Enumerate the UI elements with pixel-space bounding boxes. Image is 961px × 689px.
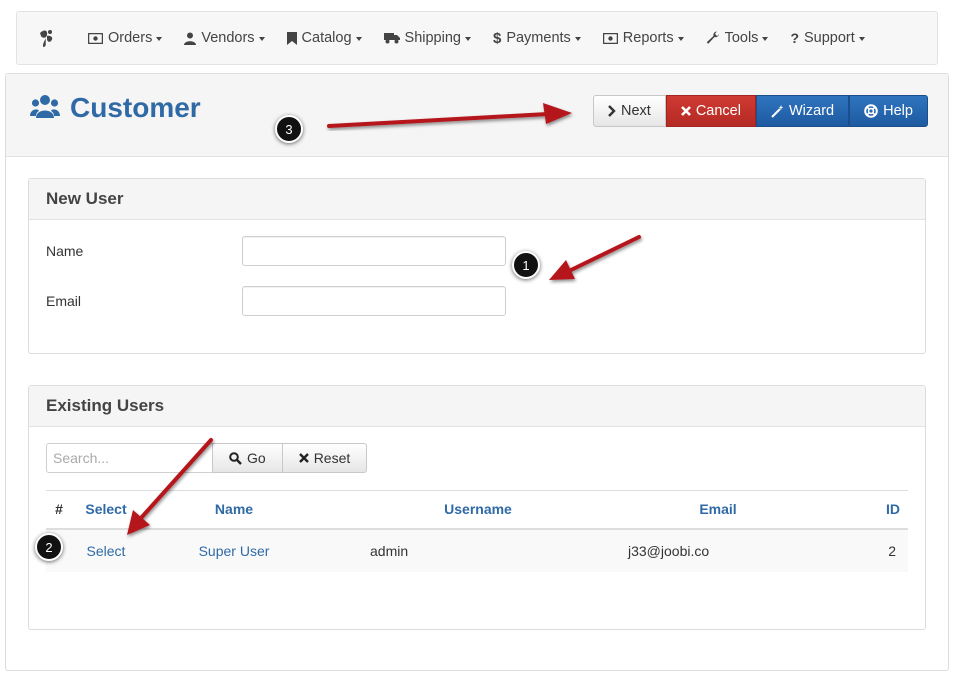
reset-button-label: Reset <box>313 450 351 466</box>
email-row: Email <box>46 286 506 316</box>
top-navbar: Orders Vendors Catalog Shipping $ Paymen… <box>16 11 938 65</box>
money-icon <box>602 32 618 44</box>
col-select[interactable]: Select <box>72 490 140 530</box>
caret-down-icon <box>858 36 865 41</box>
chevron-right-icon <box>608 105 616 117</box>
callout-2: 2 <box>35 533 63 561</box>
life-ring-icon <box>864 104 878 118</box>
select-link[interactable]: Select <box>72 528 140 572</box>
col-num: # <box>46 490 72 530</box>
nav-catalog[interactable]: Catalog <box>276 12 373 64</box>
col-username[interactable]: Username <box>328 490 628 530</box>
caret-down-icon <box>258 36 265 41</box>
existing-users-panel: Existing Users Go Reset # Select <box>28 385 926 630</box>
nav-orders-label: Orders <box>108 30 153 46</box>
nav-support[interactable]: ? Support <box>779 12 875 64</box>
truck-icon <box>383 32 400 44</box>
name-row: Name <box>46 236 506 266</box>
email-field[interactable] <box>242 286 506 316</box>
dollar-icon: $ <box>492 29 502 47</box>
name-field[interactable] <box>242 236 506 266</box>
name-label: Name <box>46 243 84 259</box>
question-icon: ? <box>790 30 799 46</box>
nav-reports-label: Reports <box>622 30 674 46</box>
cell-username: admin <box>328 528 628 572</box>
caret-down-icon <box>355 36 362 41</box>
nav-shipping[interactable]: Shipping <box>373 12 482 64</box>
go-button[interactable]: Go <box>212 443 283 473</box>
nav-vendors[interactable]: Vendors <box>173 12 275 64</box>
col-name[interactable]: Name <box>140 490 328 530</box>
search-group: Go Reset <box>46 443 368 473</box>
nav-tools-label: Tools <box>724 30 759 46</box>
table-row: Select Super User admin j33@joobi.co 2 <box>46 528 908 572</box>
close-icon <box>680 106 691 116</box>
nav-reports[interactable]: Reports <box>592 12 695 64</box>
money-icon <box>88 32 103 44</box>
callout-3: 3 <box>275 115 303 143</box>
help-button-label: Help <box>883 103 913 119</box>
magic-wand-icon <box>771 104 784 118</box>
go-button-label: Go <box>247 450 266 466</box>
nav-orders[interactable]: Orders <box>77 12 173 64</box>
new-user-heading: New User <box>29 179 925 220</box>
help-button[interactable]: Help <box>849 95 928 127</box>
nav-payments[interactable]: $ Payments <box>482 12 592 64</box>
reset-button[interactable]: Reset <box>281 443 368 473</box>
users-icon <box>30 95 60 118</box>
main-panel: Customer Next Cancel Wizard Help New Use… <box>5 73 949 671</box>
toolbar: Next Cancel Wizard Help <box>593 95 928 127</box>
wizard-button-label: Wizard <box>788 103 835 119</box>
bookmark-icon <box>286 31 297 45</box>
callout-1: 1 <box>512 251 540 279</box>
caret-down-icon <box>762 36 769 41</box>
nav-shipping-label: Shipping <box>404 30 461 46</box>
close-icon <box>298 453 309 463</box>
cell-id: 2 <box>808 528 908 572</box>
user-icon <box>184 32 197 45</box>
nav-vendors-label: Vendors <box>201 30 255 46</box>
table-header-row: # Select Name Username Email ID <box>46 490 908 530</box>
users-table: # Select Name Username Email ID Select S… <box>46 490 908 572</box>
search-icon <box>229 451 242 465</box>
existing-users-heading: Existing Users <box>29 386 925 427</box>
page-header: Customer Next Cancel Wizard Help <box>6 74 948 157</box>
caret-down-icon <box>574 36 581 41</box>
nav-catalog-label: Catalog <box>301 30 352 46</box>
caret-down-icon <box>464 36 471 41</box>
col-id[interactable]: ID <box>808 490 908 530</box>
new-user-panel: New User Name Email <box>28 178 926 354</box>
caret-down-icon <box>677 36 684 41</box>
logo-icon <box>40 30 53 47</box>
col-email[interactable]: Email <box>628 490 808 530</box>
nav-support-label: Support <box>804 30 855 46</box>
user-name-link[interactable]: Super User <box>140 528 328 572</box>
caret-down-icon <box>156 36 163 41</box>
app-logo[interactable] <box>17 27 77 49</box>
nav-payments-label: Payments <box>506 30 571 46</box>
cancel-button[interactable]: Cancel <box>665 95 756 127</box>
wrench-icon <box>706 31 720 45</box>
cancel-button-label: Cancel <box>695 103 741 119</box>
email-label: Email <box>46 293 82 309</box>
nav-tools[interactable]: Tools <box>695 12 780 64</box>
next-button[interactable]: Next <box>593 95 666 127</box>
next-button-label: Next <box>621 103 651 119</box>
wizard-button[interactable]: Wizard <box>755 95 850 127</box>
cell-email: j33@joobi.co <box>628 528 808 572</box>
page-title: Customer <box>70 92 201 123</box>
search-input[interactable] <box>46 443 213 473</box>
page-title-wrap: Customer <box>30 92 201 124</box>
